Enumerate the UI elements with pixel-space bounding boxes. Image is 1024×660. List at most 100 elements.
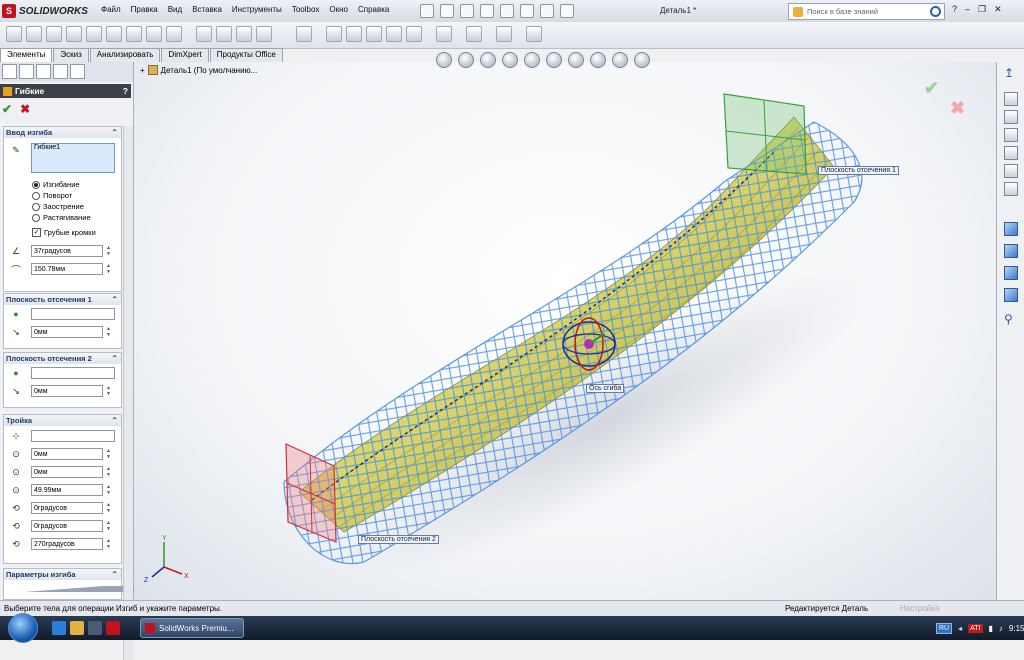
- menu-view[interactable]: Вид: [163, 3, 187, 19]
- radius-field[interactable]: 150.78мм: [31, 263, 103, 275]
- y-spinner[interactable]: ▲ ▼: [105, 466, 112, 478]
- option-twisting[interactable]: Поворот: [32, 191, 72, 200]
- dome-icon[interactable]: [366, 26, 382, 42]
- solidworks-quicklaunch-icon[interactable]: [106, 621, 120, 635]
- options-icon[interactable]: [560, 4, 574, 18]
- x-spinner[interactable]: ▲ ▼: [105, 448, 112, 460]
- sweep-cut-icon[interactable]: [146, 26, 162, 42]
- triad-rot-z-field[interactable]: 270градусов: [31, 538, 103, 550]
- display-style-icon[interactable]: [546, 52, 562, 68]
- print-icon[interactable]: [480, 4, 494, 18]
- rough-edges-checkbox[interactable]: ✓ Грубые кромки: [32, 228, 96, 237]
- triad-x-field[interactable]: 0мм: [31, 448, 103, 460]
- curves-icon[interactable]: [466, 26, 482, 42]
- status-settings[interactable]: Настройка: [900, 604, 939, 613]
- help-icon[interactable]: ?: [123, 86, 128, 96]
- offset-spinner[interactable]: ▲ ▼: [105, 385, 112, 397]
- tab-sketch[interactable]: Эскиз: [53, 48, 89, 62]
- undo-icon[interactable]: [500, 4, 514, 18]
- menu-toolbox[interactable]: Toolbox: [287, 3, 325, 19]
- flex-icon[interactable]: [386, 26, 402, 42]
- collapse-icon[interactable]: ⌃: [111, 128, 118, 137]
- triad-rot-y-field[interactable]: 0градусов: [31, 520, 103, 532]
- option-bending[interactable]: Изгибание: [32, 180, 80, 189]
- radio-twisting[interactable]: [32, 191, 40, 200]
- collapse-icon[interactable]: ⌃: [111, 570, 118, 579]
- help-icon[interactable]: ?: [952, 4, 957, 15]
- file-explorer-icon[interactable]: [1004, 128, 1018, 142]
- restore-button[interactable]: ❐: [978, 4, 986, 15]
- tab-dimxpert[interactable]: DimXpert: [161, 48, 209, 62]
- pin-icon[interactable]: ⚲: [1004, 312, 1018, 326]
- offset-spinner[interactable]: ▲ ▼: [105, 326, 112, 338]
- trim-plane-2-header[interactable]: Плоскость отсечения 2 ⌃: [4, 353, 121, 364]
- rot-z-spinner[interactable]: ▲ ▼: [105, 538, 112, 550]
- internet-explorer-icon[interactable]: [52, 621, 66, 635]
- apply-scene-icon[interactable]: [612, 52, 628, 68]
- triad-header[interactable]: Тройка ⌃: [4, 415, 121, 426]
- triad-z-field[interactable]: 49.99мм: [31, 484, 103, 496]
- option-tapering[interactable]: Заострение: [32, 202, 84, 211]
- taskbar-solidworks-button[interactable]: SolidWorks Premiu...: [140, 618, 244, 638]
- view-isometric-icon[interactable]: [1004, 288, 1018, 302]
- view-front-icon[interactable]: [1004, 222, 1018, 236]
- feature-manager-icon[interactable]: [2, 64, 17, 79]
- menu-tools[interactable]: Инструменты: [227, 3, 287, 19]
- trim-plane-2-offset[interactable]: 0мм: [31, 385, 103, 397]
- open-document-icon[interactable]: [440, 4, 454, 18]
- ati-icon[interactable]: ATI: [968, 623, 983, 633]
- callout-bend-axis[interactable]: Ось сгиба: [586, 384, 625, 393]
- search-input[interactable]: Поиск в базе знаний: [807, 7, 930, 16]
- menu-file[interactable]: Файл: [96, 3, 126, 19]
- move-copy-icon[interactable]: [526, 26, 542, 42]
- rib-icon[interactable]: [236, 26, 252, 42]
- volume-icon[interactable]: ♪: [999, 624, 1003, 633]
- radius-spinner[interactable]: ▲ ▼: [105, 263, 112, 275]
- loft-cut-icon[interactable]: [166, 26, 182, 42]
- panel-scrollbar[interactable]: [123, 126, 133, 660]
- clock[interactable]: 9:15: [1009, 624, 1024, 633]
- view-triad-icon[interactable]: ↥: [1004, 66, 1018, 80]
- menu-help[interactable]: Справка: [353, 3, 394, 19]
- tab-features[interactable]: Элементы: [0, 48, 53, 62]
- confirm-corner-cancel[interactable]: ✖: [950, 98, 965, 119]
- view-back-icon[interactable]: [1004, 244, 1018, 258]
- callout-trim-plane-2[interactable]: Плоскость отсечения 2: [358, 535, 439, 544]
- callout-trim-plane-1[interactable]: Плоскость отсечения 1: [818, 166, 899, 175]
- expand-icon[interactable]: +: [140, 66, 145, 75]
- radio-bending[interactable]: [32, 180, 40, 189]
- extrude-boss-icon[interactable]: [6, 26, 22, 42]
- search-results-icon[interactable]: [1004, 146, 1018, 160]
- select-icon[interactable]: [520, 4, 534, 18]
- rot-y-spinner[interactable]: ▲ ▼: [105, 520, 112, 532]
- draft-icon[interactable]: [296, 26, 312, 42]
- bend-input-header[interactable]: Ввод изгиба ⌃: [4, 127, 121, 138]
- property-manager-icon[interactable]: [19, 64, 34, 79]
- angle-spinner[interactable]: ▲ ▼: [105, 245, 112, 257]
- configuration-manager-icon[interactable]: [36, 64, 51, 79]
- flyout-feature-tree[interactable]: + Деталь1 (По умолчанию...: [140, 65, 257, 75]
- rot-x-spinner[interactable]: ▲ ▼: [105, 502, 112, 514]
- save-icon[interactable]: [460, 4, 474, 18]
- collapse-icon[interactable]: ⌃: [111, 416, 118, 425]
- reference-geometry-icon[interactable]: [436, 26, 452, 42]
- fillet-icon[interactable]: [196, 26, 212, 42]
- cancel-button[interactable]: ✖: [20, 102, 30, 116]
- sweep-boss-icon[interactable]: [46, 26, 62, 42]
- instant3d-icon[interactable]: [496, 26, 512, 42]
- previous-view-icon[interactable]: [480, 52, 496, 68]
- rebuild-icon[interactable]: [540, 4, 554, 18]
- close-button[interactable]: ✕: [994, 4, 1002, 15]
- trim-plane-2-reference[interactable]: [31, 367, 115, 379]
- ok-button[interactable]: ✔: [2, 102, 12, 116]
- tray-arrow-icon[interactable]: ◂: [958, 624, 962, 633]
- language-indicator[interactable]: RU: [936, 622, 953, 634]
- view-orientation-icon[interactable]: [524, 52, 540, 68]
- custom-properties-icon[interactable]: [1004, 182, 1018, 196]
- hole-wizard-icon[interactable]: [106, 26, 122, 42]
- hide-show-items-icon[interactable]: [568, 52, 584, 68]
- new-document-icon[interactable]: [420, 4, 434, 18]
- trim-plane-1-header[interactable]: Плоскость отсечения 1 ⌃: [4, 294, 121, 305]
- revolve-boss-icon[interactable]: [26, 26, 42, 42]
- view-settings-icon[interactable]: [634, 52, 650, 68]
